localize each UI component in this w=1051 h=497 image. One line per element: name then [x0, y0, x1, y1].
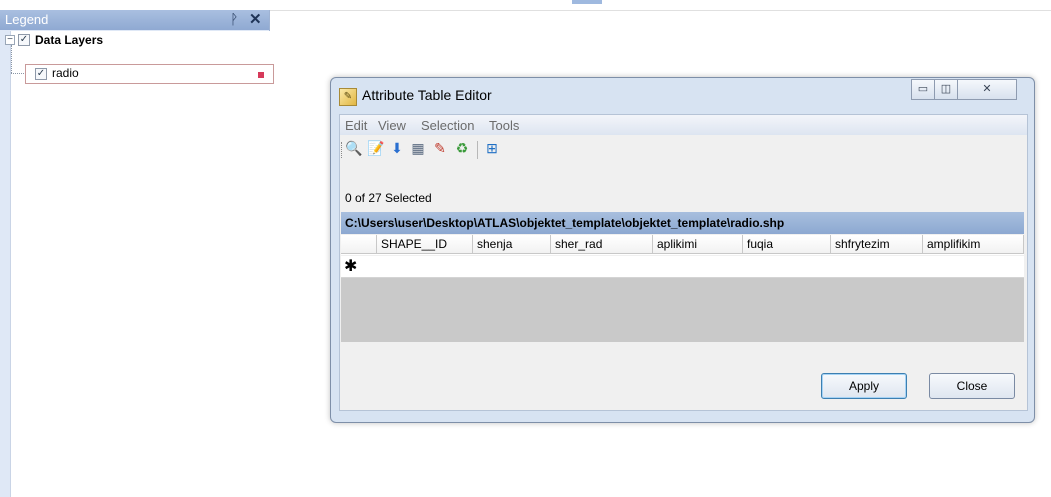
menu-view[interactable]: View — [378, 118, 406, 133]
column-header[interactable]: sher_rad — [551, 235, 653, 254]
data-layers-checkbox[interactable]: ✓ — [18, 34, 30, 46]
legend-tree: − ✓ Data Layers ✓ radio — [5, 31, 274, 497]
column-header[interactable]: fuqia — [743, 235, 831, 254]
column-header[interactable]: aplikimi — [653, 235, 743, 254]
row-header-corner[interactable] — [341, 235, 377, 254]
menu-bar: Edit View Selection Tools — [340, 115, 1027, 135]
collapse-icon[interactable]: − — [5, 35, 15, 45]
toolbar-separator — [477, 141, 478, 159]
dialog-content: Edit View Selection Tools 🔍 📝 ⬇ ▦ ✎ ♻ ⊞ … — [339, 114, 1028, 411]
legend-header: Legend ᚹ ✕ — [0, 10, 269, 30]
window-close-button[interactable]: ✕ — [957, 79, 1017, 100]
grid-header: SHAPE__ID shenja sher_rad aplikimi fuqia… — [341, 235, 1024, 255]
dialog-button-area: Apply Close — [340, 343, 1027, 410]
radio-layer-label: radio — [52, 66, 79, 80]
table-add-icon[interactable]: ⊞ — [484, 140, 500, 156]
table-path: C:\Users\user\Desktop\ATLAS\objektet_tem… — [345, 216, 785, 230]
toolbar-grip[interactable] — [341, 142, 342, 158]
tree-connector — [11, 73, 24, 74]
new-record-row[interactable]: ✱ — [341, 256, 1024, 278]
zoom-icon[interactable]: 🔍 — [345, 140, 362, 156]
close-icon[interactable]: ✕ — [249, 10, 262, 28]
layer-item-radio[interactable]: ✓ radio — [25, 64, 274, 84]
table-editor-icon: ✎ — [339, 88, 357, 106]
radio-layer-checkbox[interactable]: ✓ — [35, 68, 47, 80]
selection-status: 0 of 27 Selected — [345, 191, 432, 205]
document-top-strip — [270, 0, 1051, 11]
toolbar: 🔍 📝 ⬇ ▦ ✎ ♻ ⊞ — [340, 136, 1027, 164]
menu-tools[interactable]: Tools — [489, 118, 519, 133]
active-tab-indicator[interactable] — [572, 0, 602, 4]
edit-table-icon[interactable]: 📝 — [367, 140, 384, 156]
calculator-icon[interactable]: ▦ — [410, 140, 426, 156]
legend-panel: Legend ᚹ ✕ − ✓ Data Layers ✓ radio — [0, 10, 274, 497]
column-header[interactable]: amplifikim — [923, 235, 1024, 254]
column-header[interactable]: shfrytezim — [831, 235, 923, 254]
legend-title: Legend — [5, 12, 49, 27]
restore-button[interactable]: ◫ — [934, 79, 958, 100]
column-header[interactable]: SHAPE__ID — [377, 235, 473, 254]
grid-empty-area — [341, 278, 1024, 342]
new-row-marker-icon: ✱ — [344, 258, 358, 275]
layer-symbol-icon — [258, 72, 264, 78]
menu-selection[interactable]: Selection — [421, 118, 474, 133]
move-down-icon[interactable]: ⬇ — [389, 140, 405, 156]
minimize-button[interactable]: ▭ — [911, 79, 935, 100]
field-calc-icon[interactable]: ✎ — [432, 140, 448, 156]
pin-icon[interactable]: ᚹ — [230, 11, 238, 27]
menu-edit[interactable]: Edit — [345, 118, 367, 133]
refresh-icon[interactable]: ♻ — [454, 140, 470, 156]
table-path-caption: C:\Users\user\Desktop\ATLAS\objektet_tem… — [341, 212, 1024, 234]
attribute-table-editor-dialog: ✎ Attribute Table Editor ▭ ◫ ✕ Edit View… — [330, 77, 1035, 423]
tree-connector — [11, 45, 12, 73]
dialog-title: Attribute Table Editor — [362, 87, 492, 103]
close-button[interactable]: Close — [929, 373, 1015, 399]
apply-button[interactable]: Apply — [821, 373, 907, 399]
column-header[interactable]: shenja — [473, 235, 551, 254]
data-layers-label: Data Layers — [35, 33, 104, 47]
